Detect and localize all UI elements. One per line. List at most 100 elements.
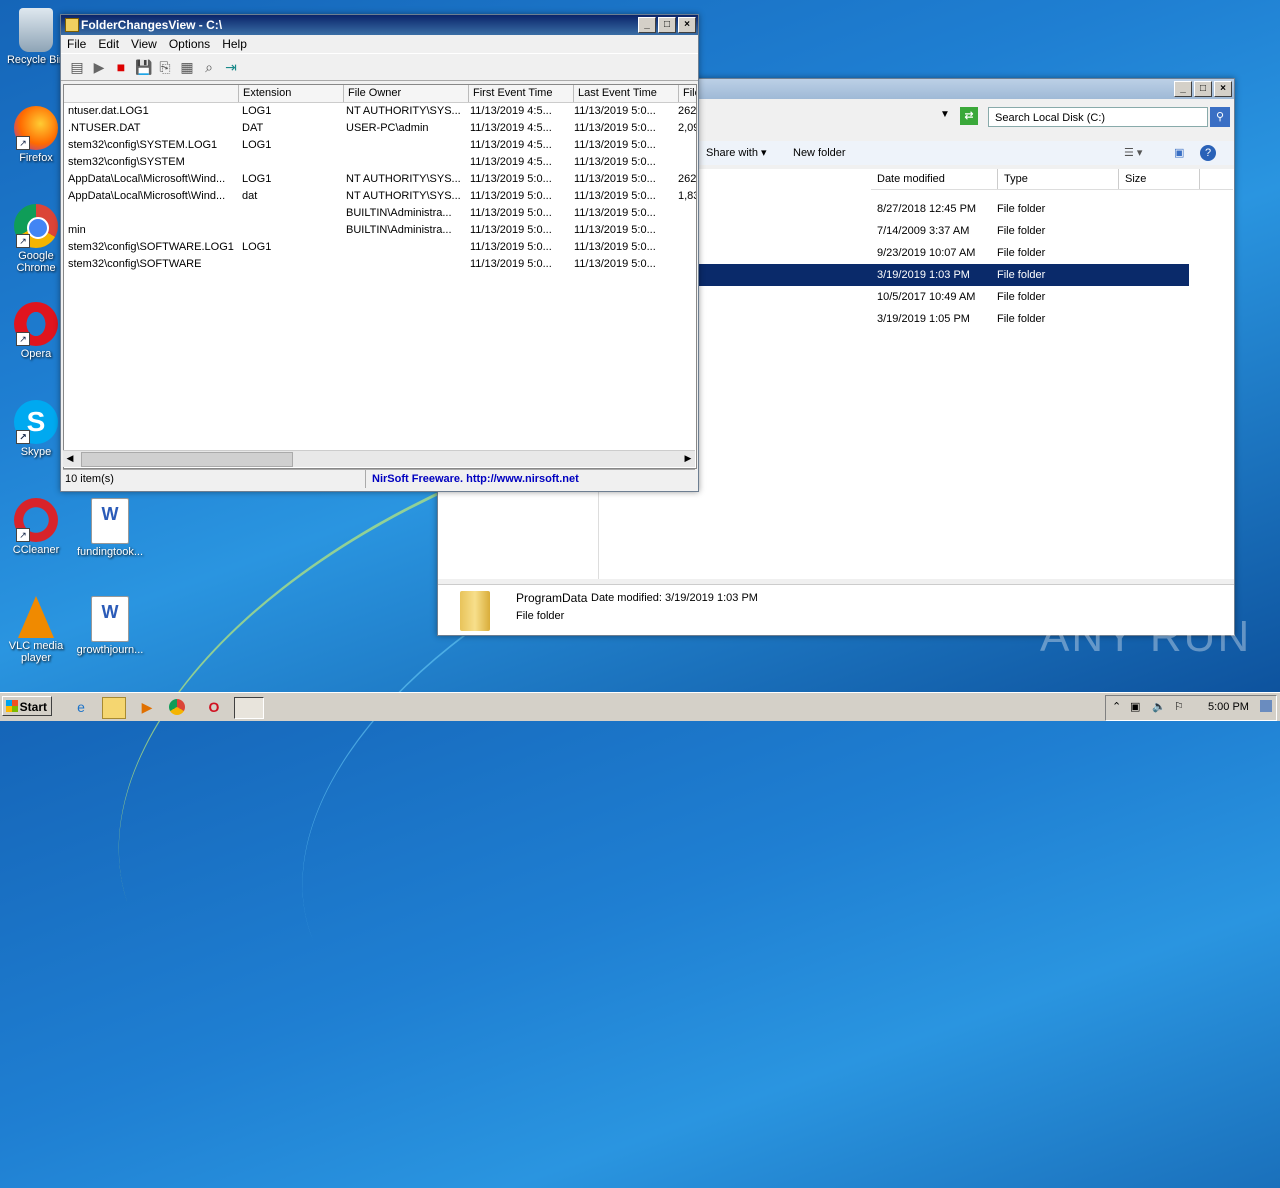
- menu-file[interactable]: File: [67, 35, 86, 53]
- table-cell: 11/13/2019 5:0...: [470, 173, 552, 185]
- table-row[interactable]: min BUILTIN\Administra... 11/13/2019 5:0..…: [64, 222, 696, 239]
- close-button[interactable]: ×: [678, 17, 696, 33]
- column-header[interactable]: File Size: [679, 85, 696, 102]
- start-button[interactable]: Start: [2, 696, 52, 716]
- table-cell: AppData\Local\Microsoft\Wind...: [68, 173, 226, 185]
- close-button[interactable]: ×: [1214, 81, 1232, 97]
- shortcut-arrow-icon: ↗: [16, 136, 30, 150]
- clock[interactable]: 5:00 PM: [1208, 701, 1249, 713]
- help-icon[interactable]: ?: [1200, 145, 1216, 161]
- save-icon[interactable]: 💾: [135, 59, 152, 75]
- table-cell: 11/13/2019 5:0...: [574, 122, 656, 134]
- minimize-button[interactable]: _: [638, 17, 656, 33]
- scroll-left-arrow-icon[interactable]: ◀: [63, 451, 77, 466]
- shortcut-arrow-icon: ↗: [16, 528, 30, 542]
- date-modified-cell: 9/23/2019 10:07 AM: [877, 247, 976, 259]
- table-cell: BUILTIN\Administra...: [346, 224, 452, 236]
- explorer-column-headers: Date modified Type Size: [871, 169, 1233, 190]
- scroll-right-arrow-icon[interactable]: ▶: [681, 451, 695, 466]
- find-icon[interactable]: ⌕: [201, 59, 217, 75]
- column-header-date-modified[interactable]: Date modified: [871, 169, 998, 189]
- chrome-taskbar-icon[interactable]: [169, 699, 185, 715]
- scrollbar-thumb[interactable]: [81, 452, 293, 467]
- view-options-icon[interactable]: ☰ ▾: [1124, 141, 1142, 165]
- chevron-down-icon[interactable]: ▼: [940, 109, 950, 120]
- table-cell: LOG1: [242, 173, 272, 185]
- desktop-icon-ccleaner[interactable]: ↗ CCleaner: [1, 498, 71, 556]
- table-cell: [342, 137, 466, 154]
- type-cell: File folder: [997, 291, 1046, 303]
- folderchangesview-taskbar-button[interactable]: [234, 697, 264, 719]
- menu-help[interactable]: Help: [222, 35, 247, 53]
- table-cell: 2,097,1: [678, 122, 696, 134]
- copy-icon[interactable]: ⎘: [157, 59, 173, 75]
- file-explorer-icon[interactable]: [102, 697, 126, 719]
- refresh-icon[interactable]: ⇄: [960, 107, 978, 125]
- table-cell: .NTUSER.DAT: [68, 122, 141, 134]
- nirsoft-link[interactable]: NirSoft Freeware. http://www.nirsoft.net: [366, 470, 579, 488]
- horizontal-scrollbar[interactable]: ◀ ▶: [63, 450, 695, 467]
- recycle-bin-icon: [19, 8, 53, 52]
- volume-icon[interactable]: 🔈: [1152, 700, 1166, 713]
- show-desktop-button[interactable]: [1260, 700, 1272, 712]
- column-header[interactable]: Last Event Time: [574, 85, 679, 102]
- table-cell: LOG1: [242, 139, 272, 151]
- table-cell: 11/13/2019 5:0...: [574, 190, 656, 202]
- column-header-type[interactable]: Type: [998, 169, 1119, 189]
- vlc-cone-icon: [18, 596, 54, 638]
- desktop-icon-fundingtook[interactable]: W fundingtook...: [75, 498, 145, 558]
- desktop-icon-growthjourn[interactable]: W growthjourn...: [75, 596, 145, 656]
- date-modified-cell: 8/27/2018 12:45 PM: [877, 203, 977, 215]
- column-header[interactable]: [64, 85, 239, 102]
- action-center-flag-icon[interactable]: ⚐: [1174, 700, 1184, 713]
- maximize-button[interactable]: □: [1194, 81, 1212, 97]
- status-bar: 10 item(s) NirSoft Freeware. http://www.…: [63, 469, 695, 488]
- search-icon[interactable]: ⚲: [1210, 107, 1230, 127]
- play-icon[interactable]: ▶: [91, 59, 107, 75]
- table-row[interactable]: AppData\Local\Microsoft\Wind... dat NT AUT…: [64, 188, 696, 205]
- network-icon[interactable]: ▣: [1130, 700, 1140, 713]
- table-row[interactable]: stem32\config\SYSTEM 11/13/2019 4:5... 11/…: [64, 154, 696, 171]
- desktop-icon-vlc[interactable]: VLC media player: [1, 596, 71, 664]
- table-row[interactable]: BUILTIN\Administra... 11/13/2019 5:0... 11…: [64, 205, 696, 222]
- menu-options[interactable]: Options: [169, 35, 210, 53]
- tray-expand-icon[interactable]: ⌃: [1112, 700, 1121, 713]
- search-input[interactable]: Search Local Disk (C:): [988, 107, 1208, 127]
- table-cell: 11/13/2019 4:5...: [470, 139, 552, 151]
- table-row[interactable]: stem32\config\SYSTEM.LOG1 LOG1 11/13/2019 …: [64, 137, 696, 154]
- table-row[interactable]: AppData\Local\Microsoft\Wind... LOG1 NT AU…: [64, 171, 696, 188]
- maximize-button[interactable]: □: [658, 17, 676, 33]
- table-cell: 262,144: [678, 173, 697, 185]
- internet-explorer-icon[interactable]: e: [70, 697, 92, 717]
- stop-icon[interactable]: ■: [113, 59, 129, 75]
- table-row[interactable]: ntuser.dat.LOG1 LOG1 NT AUTHORITY\SYS... 11…: [64, 103, 696, 120]
- opera-taskbar-icon[interactable]: O: [203, 697, 225, 717]
- taskbar: Start e ▶ O ⌃ ▣ 🔈 ⚐ 5:00 PM: [0, 692, 1280, 721]
- options-icon[interactable]: ▤: [69, 59, 85, 75]
- minimize-button[interactable]: _: [1174, 81, 1192, 97]
- share-with-button[interactable]: Share with ▾: [706, 141, 767, 165]
- column-header[interactable]: Extension: [239, 85, 344, 102]
- table-cell: 11/13/2019 5:0...: [470, 224, 552, 236]
- table-cell: [674, 256, 696, 273]
- table-row[interactable]: .NTUSER.DAT DAT USER-PC\admin 11/13/2019 4:…: [64, 120, 696, 137]
- column-header[interactable]: File Owner: [344, 85, 469, 102]
- media-player-icon[interactable]: ▶: [136, 697, 158, 717]
- table-row[interactable]: stem32\config\SOFTWARE.LOG1 LOG1 11/13/201…: [64, 239, 696, 256]
- new-folder-button[interactable]: New folder: [793, 141, 846, 165]
- exit-icon[interactable]: ⇥: [223, 59, 239, 75]
- menubar: File Edit View Options Help: [61, 35, 698, 53]
- properties-icon[interactable]: ▦: [179, 59, 195, 75]
- changes-list-view[interactable]: Extension File Owner First Event Time Last …: [63, 84, 697, 469]
- preview-pane-icon[interactable]: ▣: [1174, 141, 1184, 165]
- table-row[interactable]: stem32\config\SOFTWARE 11/13/2019 5:0... 1…: [64, 256, 696, 273]
- opera-icon: ↗: [14, 302, 58, 346]
- table-cell: dat: [242, 190, 258, 202]
- column-header-size[interactable]: Size: [1119, 169, 1200, 189]
- menu-view[interactable]: View: [131, 35, 157, 53]
- column-header[interactable]: First Event Time: [469, 85, 574, 102]
- date-modified-cell: 3/19/2019 1:05 PM: [877, 313, 970, 325]
- table-cell: stem32\config\SOFTWARE.LOG1: [68, 241, 234, 253]
- fcv-titlebar[interactable]: FolderChangesView - C:\ _ □ ×: [61, 15, 698, 35]
- menu-edit[interactable]: Edit: [98, 35, 119, 53]
